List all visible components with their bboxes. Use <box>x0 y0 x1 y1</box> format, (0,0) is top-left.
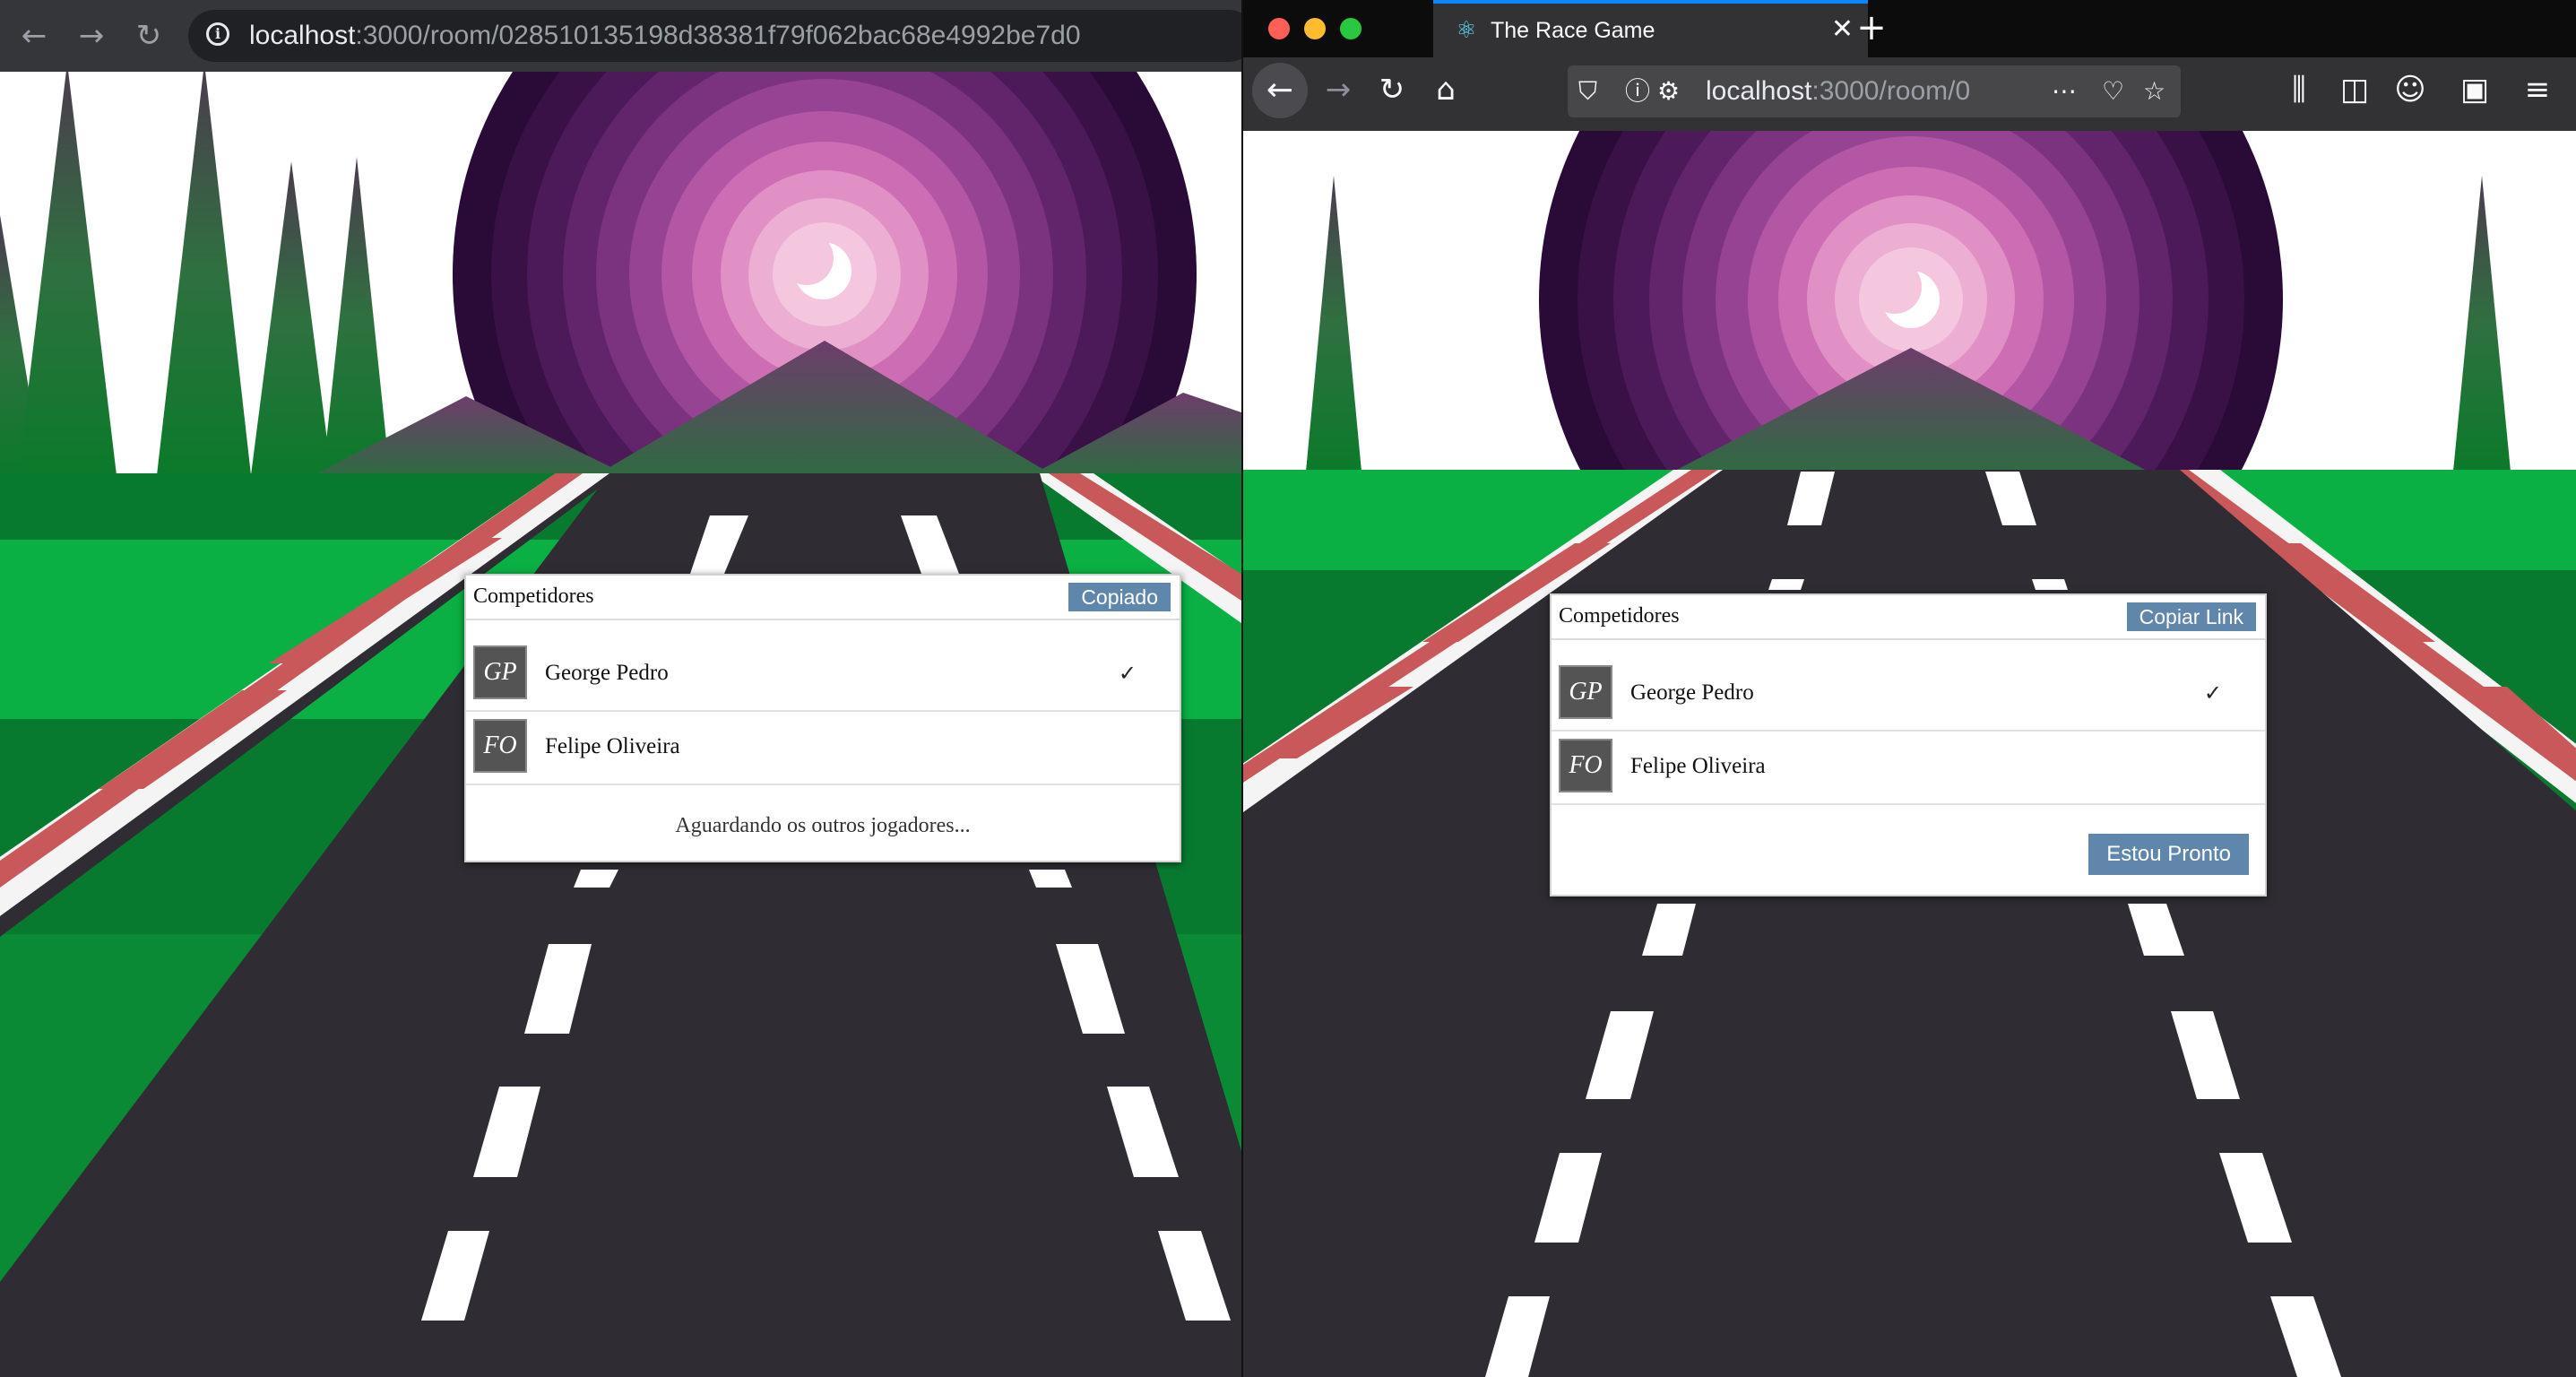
address-bar[interactable]: i localhost:3000/room/028510135198d38381… <box>188 10 1241 62</box>
lane-dash <box>1056 944 1125 1034</box>
player-row: FO Felipe Oliveira <box>1552 732 2265 805</box>
lobby-panel: Competidores Copiar Link GP George Pedro… <box>1550 593 2267 896</box>
firefox-tab-bar: ⚛ The Race Game ✕ + <box>1243 0 2576 57</box>
lane-dash <box>574 870 618 888</box>
reload-icon[interactable]: ↻ <box>129 16 169 56</box>
player-name: George Pedro <box>545 661 669 685</box>
pocket-icon[interactable]: ♡ <box>2102 76 2124 107</box>
firefox-nav-bar: ← → ↻ ⌂ ⛉ ⓘ ⚙ localhost:3000/room/0 ⋯ ♡ … <box>1243 57 2576 131</box>
game-scene: Competidores Copiado GP George Pedro ✓ F… <box>0 72 1241 1377</box>
player-name: Felipe Oliveira <box>1630 754 1766 778</box>
maximize-window-icon[interactable] <box>1340 18 1361 39</box>
player-name: George Pedro <box>1630 680 1754 705</box>
more-actions-icon[interactable]: ⋯ <box>2052 76 2077 107</box>
lane-dash <box>1158 1231 1231 1321</box>
copy-link-button[interactable]: Copiar Link <box>2126 602 2256 631</box>
tab-title: The Race Game <box>1491 18 1655 43</box>
arrow-left-icon[interactable]: ← <box>1252 63 1308 118</box>
shield-icon[interactable]: ⛉ <box>1578 76 1597 107</box>
url-host: localhost <box>249 21 356 50</box>
info-icon[interactable]: ⓘ <box>1625 76 1650 107</box>
checkmark-icon: ✓ <box>2203 680 2222 706</box>
minimize-window-icon[interactable] <box>1304 18 1326 39</box>
lane-dash <box>1768 579 1804 590</box>
permissions-icon[interactable]: ⚙ <box>1657 76 1680 107</box>
lane-dash <box>2128 904 2184 956</box>
player-row: FO Felipe Oliveira <box>466 712 1180 785</box>
player-row: GP George Pedro ✓ <box>1552 658 2265 732</box>
right-browser-window: ⚛ The Race Game ✕ + ← → ↻ ⌂ ⛉ ⓘ ⚙ localh… <box>1241 0 2576 1377</box>
lane-dash <box>421 1231 489 1321</box>
tab-the-race-game[interactable]: ⚛ The Race Game ✕ <box>1433 0 1868 57</box>
chrome-toolbar: ← → ↻ i localhost:3000/room/028510135198… <box>0 0 1241 72</box>
lane-dash <box>2219 1153 2292 1243</box>
close-window-icon[interactable] <box>1268 18 1290 39</box>
lobby-footer: Aguardando os outros jogadores... <box>466 785 1180 861</box>
lane-dash <box>1029 870 1072 888</box>
avatar: GP <box>1559 665 1612 719</box>
left-browser-window: ← → ↻ i localhost:3000/room/028510135198… <box>0 0 1241 1377</box>
info-icon[interactable]: i <box>206 22 229 46</box>
lane-dash <box>1787 472 1835 525</box>
arrow-right-icon[interactable]: → <box>1315 66 1361 113</box>
address-bar[interactable]: ⛉ ⓘ ⚙ localhost:3000/room/0 ⋯ ♡ ☆ <box>1568 65 2181 117</box>
sidebar-icon[interactable]: ◫ <box>2331 66 2378 113</box>
bookmark-star-icon[interactable]: ☆ <box>2143 76 2165 107</box>
react-icon: ⚛ <box>1456 17 1477 44</box>
lobby-header: Competidores Copiado <box>466 576 1180 620</box>
home-icon[interactable]: ⌂ <box>1422 66 1469 113</box>
url-host: localhost <box>1706 76 1812 106</box>
lane-dash <box>2270 1296 2341 1377</box>
lane-dash <box>1586 1011 1654 1099</box>
arrow-left-icon[interactable]: ← <box>14 16 54 56</box>
lobby-panel: Competidores Copiado GP George Pedro ✓ F… <box>464 574 1181 862</box>
lobby-footer: Estou Pronto <box>1552 805 2265 895</box>
lane-dash <box>690 515 748 574</box>
url-text[interactable]: localhost:3000/room/0 <box>1706 76 1970 107</box>
player-list: GP George Pedro ✓ FO Felipe Oliveira <box>1552 640 2265 805</box>
lane-dash <box>1985 472 2036 525</box>
player-list: GP George Pedro ✓ FO Felipe Oliveira <box>466 620 1180 785</box>
lane-dash <box>473 1087 540 1177</box>
arrow-right-icon[interactable]: → <box>72 16 111 56</box>
ready-button[interactable]: Estou Pronto <box>2088 834 2249 875</box>
lane-dash <box>2171 1011 2240 1099</box>
url-path: :3000/room/0 <box>1811 76 1971 106</box>
avatar: FO <box>1559 739 1612 792</box>
checkmark-icon: ✓ <box>1118 661 1137 686</box>
game-scene: Competidores Copiar Link GP George Pedro… <box>1243 131 2576 1377</box>
lane-dash <box>901 515 959 574</box>
avatar: GP <box>473 645 527 699</box>
lane-dash <box>524 944 592 1034</box>
lobby-header: Competidores Copiar Link <box>1552 595 2265 640</box>
lane-dash <box>1534 1153 1602 1243</box>
lobby-title: Competidores <box>1559 604 1680 628</box>
waiting-message: Aguardando os outros jogadores... <box>675 814 971 837</box>
account-icon[interactable]: ☺ <box>2387 66 2433 113</box>
url-text[interactable]: localhost:3000/room/028510135198d38381f7… <box>249 21 1081 51</box>
extensions-icon[interactable]: ▣ <box>2451 66 2498 113</box>
avatar: FO <box>473 719 527 773</box>
player-name: Felipe Oliveira <box>545 734 680 758</box>
copy-link-button[interactable]: Copiado <box>1068 583 1171 611</box>
new-tab-icon[interactable]: + <box>1850 7 1893 50</box>
lane-dash <box>1107 1087 1179 1177</box>
lane-dash <box>1642 904 1696 956</box>
library-icon[interactable]: ⫼ <box>2276 66 2322 113</box>
lane-dash <box>1485 1296 1550 1377</box>
player-row: GP George Pedro ✓ <box>466 638 1180 712</box>
url-path: :3000/room/028510135198d38381f79f062bac6… <box>355 21 1081 50</box>
reload-icon[interactable]: ↻ <box>1369 66 1415 113</box>
lobby-title: Competidores <box>473 585 594 608</box>
lane-dash <box>2032 579 2068 590</box>
menu-icon[interactable]: ≡ <box>2514 66 2561 113</box>
